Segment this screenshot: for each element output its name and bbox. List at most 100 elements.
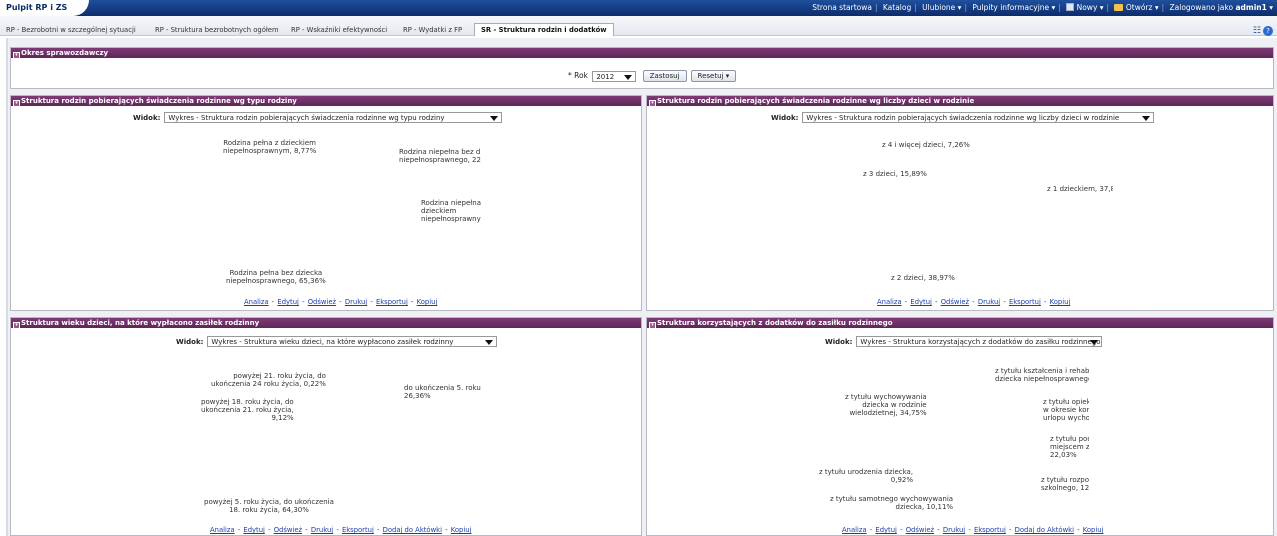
slice-label: z 3 dzieci, 15,89%	[863, 170, 927, 178]
slice-label: z tytułu podjęcia p miejscem zamieszk 22…	[1050, 435, 1089, 459]
panel-title: Struktura rodzin pobierających świadczen…	[21, 97, 297, 105]
user-name[interactable]: admin1	[1235, 3, 1266, 12]
slice-label: z tytułu kształcenia i rehabilitacji dzi…	[995, 367, 1089, 383]
panel-title: Struktura wieku dzieci, na które wypłaco…	[21, 319, 260, 327]
link-edytuj[interactable]: Edytuj	[910, 298, 932, 306]
view-selector: Widok: Wykres - Struktura rodzin pobieraj…	[133, 112, 503, 123]
dashboard-tabs: RP - Bezrobotni w szczególnej sytuacji R…	[0, 16, 1277, 36]
link-dodaj-do-aktowki[interactable]: Dodaj do Aktówki	[383, 526, 442, 534]
link-kopiuj[interactable]: Kopiuj	[1083, 526, 1104, 534]
panel-header: ▾ Struktura rodzin pobierających świadcze…	[647, 96, 1273, 106]
tab-wydatki-fp[interactable]: RP - Wydatki z FP	[403, 25, 462, 36]
year-label: * Rok	[568, 71, 588, 80]
link-kopiuj[interactable]: Kopiuj	[451, 526, 472, 534]
link-odswiez[interactable]: Odśwież	[274, 526, 302, 534]
page-options-icon[interactable]: ☷	[1253, 26, 1261, 36]
link-drukuj[interactable]: Drukuj	[943, 526, 965, 534]
link-drukuj[interactable]: Drukuj	[978, 298, 1000, 306]
prompt-panel-title: Okres sprawozdawczy	[21, 49, 109, 57]
collapse-icon[interactable]: ▾	[13, 100, 20, 106]
link-edytuj[interactable]: Edytuj	[243, 526, 265, 534]
view-select[interactable]: Wykres - Struktura korzystających z doda…	[856, 336, 1103, 347]
help-icon[interactable]: ?	[1263, 26, 1273, 36]
view-label: Widok:	[771, 113, 799, 122]
link-eksportuj[interactable]: Eksportuj	[1009, 298, 1041, 306]
slice-label: Rodzina pełna bez dziecka niepełnosprawn…	[226, 269, 326, 285]
link-kopiuj[interactable]: Kopiuj	[1050, 298, 1071, 306]
collapse-icon[interactable]: ▾	[649, 322, 656, 328]
link-analiza[interactable]: Analiza	[877, 298, 902, 306]
link-analiza[interactable]: Analiza	[842, 526, 867, 534]
slice-label: Rodzina niepełna bez d niepełnosprawnego…	[399, 148, 481, 164]
panel-links: Analiza - Edytuj - Odśwież - Drukuj - Ek…	[244, 298, 438, 306]
tab-bezrobotni-szczegolna[interactable]: RP - Bezrobotni w szczególnej sytuacji	[6, 25, 136, 36]
view-label: Widok:	[133, 113, 161, 122]
collapse-icon[interactable]: ▾	[649, 100, 656, 106]
view-label: Widok:	[176, 337, 204, 346]
link-eksportuj[interactable]: Eksportuj	[376, 298, 408, 306]
panel-title: Struktura rodzin pobierających świadczen…	[657, 97, 975, 105]
link-eksportuj[interactable]: Eksportuj	[974, 526, 1006, 534]
view-label: Widok:	[825, 337, 853, 346]
view-selector: Widok: Wykres - Struktura wieku dzieci, n…	[176, 336, 498, 347]
tab-struktura-rodzin[interactable]: SR - Struktura rodzin i dodatków	[474, 23, 614, 36]
view-select[interactable]: Wykres - Struktura wieku dzieci, na któr…	[207, 336, 498, 347]
panel-wiek-dzieci: ▾ Struktura wieku dzieci, na które wypłac…	[10, 317, 642, 536]
panel-header: ▾ Struktura wieku dzieci, na które wypłac…	[11, 318, 641, 328]
nav-new[interactable]: Nowy ▾	[1077, 3, 1104, 12]
link-odswiez[interactable]: Odśwież	[941, 298, 969, 306]
top-bar: Pulpit RP i ZS Strona startowa | Katalog |…	[0, 0, 1277, 16]
year-select[interactable]: 2012	[592, 70, 637, 82]
link-eksportuj[interactable]: Eksportuj	[342, 526, 374, 534]
link-dodaj-do-aktowki[interactable]: Dodaj do Aktówki	[1015, 526, 1074, 534]
chevron-down-icon	[624, 74, 633, 80]
chevron-down-icon	[485, 340, 494, 345]
link-analiza[interactable]: Analiza	[210, 526, 235, 534]
nav-dashboards[interactable]: Pulpity informacyjne ▾	[972, 3, 1055, 12]
collapse-icon[interactable]: ▾	[13, 322, 20, 328]
chevron-down-icon	[1142, 116, 1151, 121]
tab-struktura-bezrobotnych[interactable]: RP - Struktura bezrobotnych ogółem	[155, 25, 279, 36]
link-edytuj[interactable]: Edytuj	[277, 298, 299, 306]
new-icon	[1066, 3, 1075, 11]
chevron-down-icon	[490, 116, 499, 121]
apply-button[interactable]: Zastosuj	[642, 70, 687, 82]
prompt-panel-header: ▾ Okres sprawozdawczy	[11, 48, 1273, 58]
slice-label: z tytułu opieki nad d w okresie korzysta…	[1043, 398, 1089, 422]
panel-liczba-dzieci: ▾ Struktura rodzin pobierających świadcze…	[646, 95, 1274, 311]
view-selector: Widok: Wykres - Struktura korzystających …	[825, 336, 1103, 347]
link-odswiez[interactable]: Odśwież	[308, 298, 336, 306]
slice-label: powyżej 5. roku życia, do ukończenia 18.…	[204, 498, 334, 514]
year-prompt: * Rok 2012 Zastosuj Resetuj ▾	[568, 70, 737, 82]
slice-label: do ukończenia 5. roku 26,36%	[404, 384, 481, 400]
pie-slice[interactable]	[332, 362, 397, 432]
link-odswiez[interactable]: Odśwież	[906, 526, 934, 534]
view-select[interactable]: Wykres - Struktura rodzin pobierających …	[164, 112, 503, 123]
link-kopiuj[interactable]: Kopiuj	[417, 298, 438, 306]
panel-links: Analiza - Edytuj - Odśwież - Drukuj - Ek…	[842, 526, 1104, 534]
view-value: Wykres - Struktura korzystających z doda…	[860, 338, 1101, 346]
nav-open[interactable]: Otwórz ▾	[1126, 3, 1159, 12]
slice-label: z 4 i więcej dzieci, 7,26%	[882, 141, 970, 149]
slice-label: z tytułu wychowywania dziecka w rodzinie…	[845, 393, 927, 417]
view-select[interactable]: Wykres - Struktura rodzin pobierających …	[802, 112, 1155, 123]
slice-label: powyżej 18. roku życia, do ukończenia 21…	[201, 398, 294, 422]
reset-button[interactable]: Resetuj ▾	[690, 70, 737, 82]
view-value: Wykres - Struktura wieku dzieci, na któr…	[211, 338, 454, 346]
top-menu: Strona startowa | Katalog | Ulubione ▾ | Pu…	[812, 3, 1273, 12]
collapse-icon[interactable]: ▾	[13, 52, 20, 58]
link-edytuj[interactable]: Edytuj	[875, 526, 897, 534]
slice-label: z tytułu urodzenia dziecka, 0,92%	[819, 468, 914, 484]
view-value: Wykres - Struktura rodzin pobierających …	[806, 114, 1120, 122]
link-analiza[interactable]: Analiza	[244, 298, 269, 306]
logged-in-label: Zalogowano jako	[1169, 3, 1234, 12]
nav-favorites[interactable]: Ulubione ▾	[922, 3, 961, 12]
tab-wskazniki[interactable]: RP - Wskaźniki efektywności	[291, 25, 387, 36]
link-drukuj[interactable]: Drukuj	[345, 298, 367, 306]
nav-catalog[interactable]: Katalog	[883, 3, 911, 12]
link-drukuj[interactable]: Drukuj	[311, 526, 333, 534]
user-chevron-icon[interactable]: ▾	[1269, 3, 1273, 12]
slice-label: Rodzina niepełna dzieckiem niepełnospraw…	[421, 199, 481, 223]
nav-home[interactable]: Strona startowa	[812, 3, 872, 12]
panel-header: ▾ Struktura rodzin pobierających świadcze…	[11, 96, 641, 106]
